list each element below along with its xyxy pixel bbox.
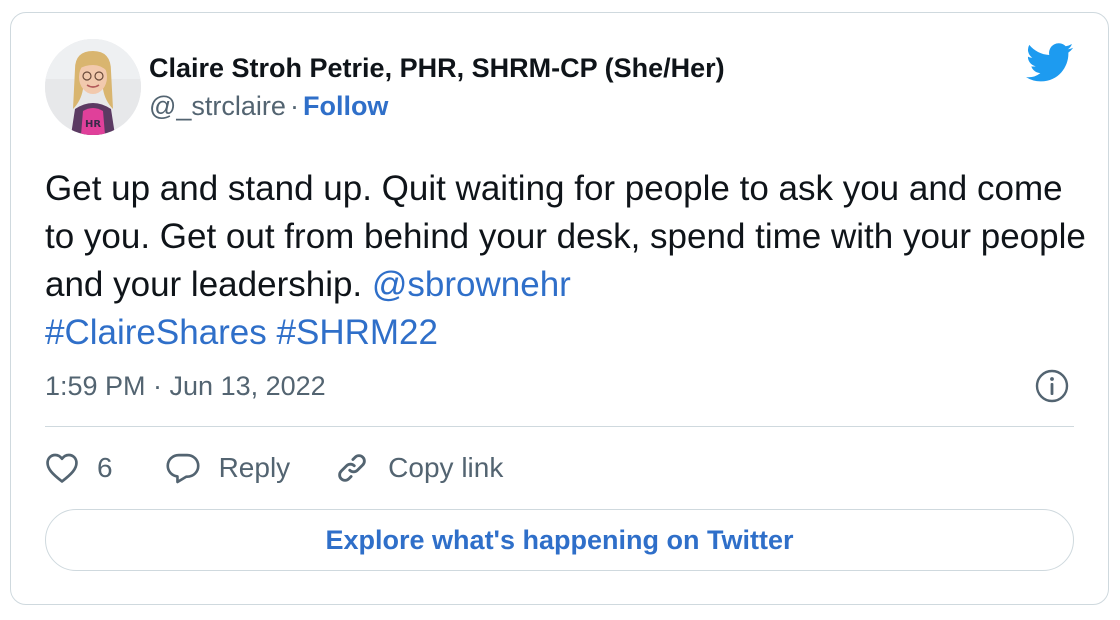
mention-link[interactable]: @sbrownehr xyxy=(372,265,571,304)
reply-label: Reply xyxy=(218,452,291,483)
copy-link-button[interactable]: Copy link xyxy=(334,450,503,486)
reply-button[interactable]: Reply xyxy=(165,452,291,484)
hashtag-link[interactable]: #SHRM22 xyxy=(277,313,438,352)
action-bar: 6 Reply Copy link xyxy=(45,445,503,491)
avatar[interactable]: HR xyxy=(45,39,141,135)
tweet-card: HR Claire Stroh Petrie, PHR, SHRM-CP (Sh… xyxy=(10,12,1109,605)
like-button[interactable]: 6 xyxy=(45,452,113,484)
twitter-bird-icon[interactable] xyxy=(1026,43,1074,83)
avatar-shirt-text: HR xyxy=(85,119,101,130)
author-handle[interactable]: @_strclaire xyxy=(149,91,286,121)
copy-link-label: Copy link xyxy=(388,452,504,483)
separator-dot: · xyxy=(289,91,299,121)
info-icon[interactable] xyxy=(1034,368,1070,404)
speech-bubble-icon xyxy=(166,453,200,484)
avatar-image: HR xyxy=(45,39,141,135)
follow-button[interactable]: Follow xyxy=(303,91,388,121)
explore-twitter-button[interactable]: Explore what's happening on Twitter xyxy=(45,509,1074,571)
like-count: 6 xyxy=(97,452,113,483)
link-icon xyxy=(338,454,366,482)
tweet-text: Get up and stand up. Quit waiting for pe… xyxy=(45,165,1090,357)
divider xyxy=(45,426,1074,427)
author-name[interactable]: Claire Stroh Petrie, PHR, SHRM-CP (She/H… xyxy=(149,53,725,84)
heart-icon xyxy=(46,453,78,483)
handle-row: @_strclaire · Follow xyxy=(149,91,388,122)
tweet-timestamp[interactable]: 1:59 PM · Jun 13, 2022 xyxy=(45,371,326,402)
hashtag-link[interactable]: #ClaireShares xyxy=(45,313,267,352)
